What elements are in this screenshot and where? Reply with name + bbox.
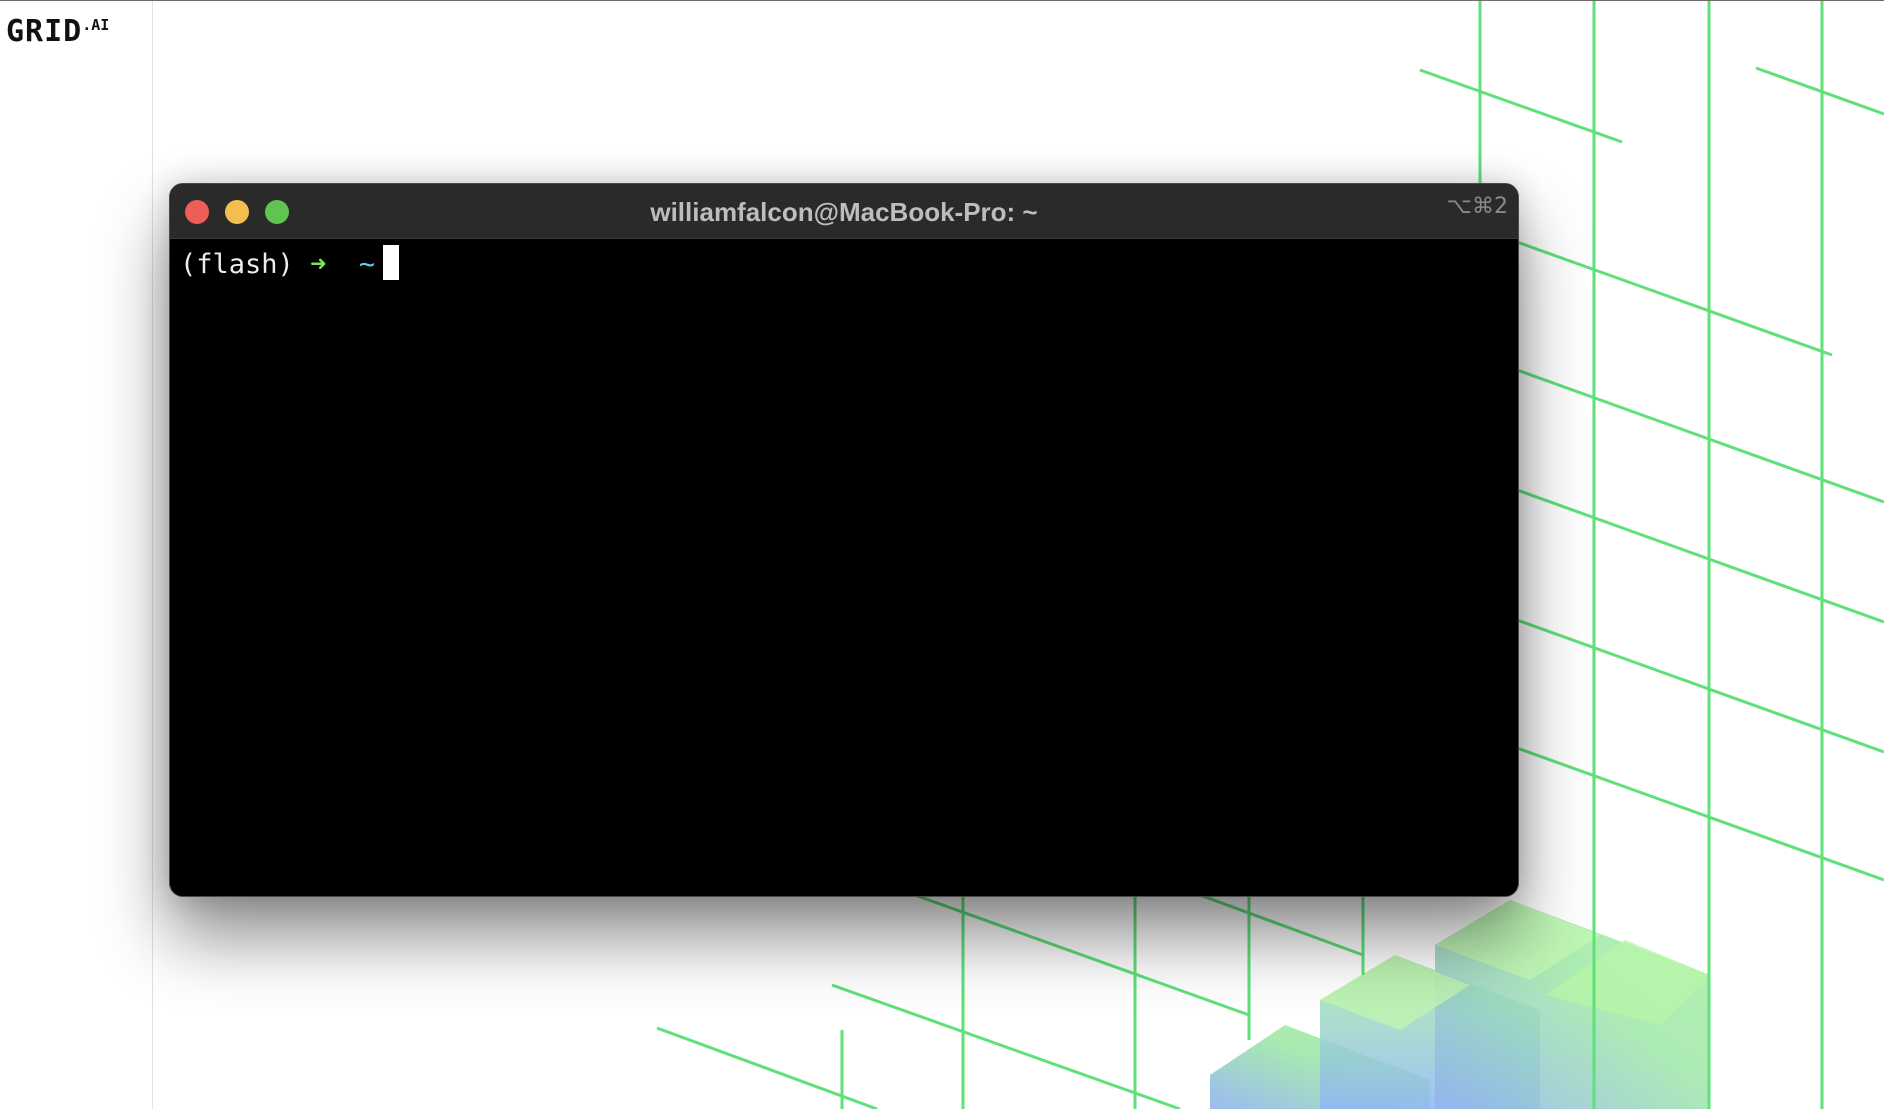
- prompt-arrow-icon: ➜: [310, 249, 327, 280]
- terminal-content[interactable]: (flash) ➜ ~: [170, 239, 1518, 291]
- cube-stack: [1210, 900, 1710, 1109]
- terminal-titlebar[interactable]: williamfalcon@MacBook-Pro: ~ ⌥⌘2: [170, 184, 1518, 239]
- terminal-window[interactable]: williamfalcon@MacBook-Pro: ~ ⌥⌘2 (flash)…: [169, 183, 1519, 897]
- window-shortcut-label: ⌥⌘2: [1446, 194, 1508, 219]
- terminal-title: williamfalcon@MacBook-Pro: ~: [650, 197, 1038, 227]
- prompt-cwd: ~: [358, 249, 376, 280]
- prompt-env: (flash): [180, 249, 294, 280]
- text-cursor[interactable]: [383, 245, 400, 280]
